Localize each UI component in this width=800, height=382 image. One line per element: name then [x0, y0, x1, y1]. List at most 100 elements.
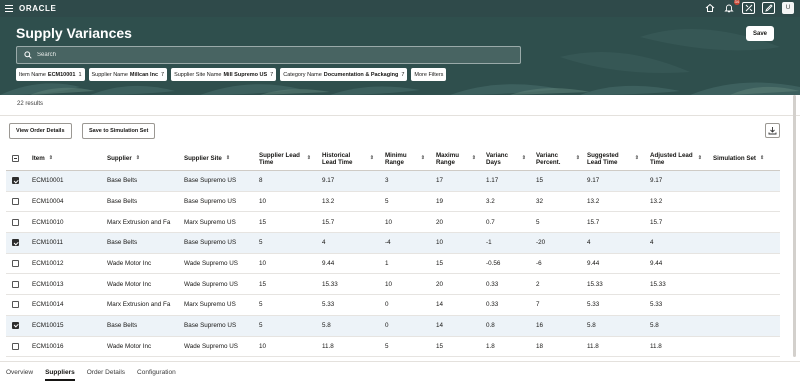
cell-supplier-lead-time: 15	[259, 218, 267, 226]
column-header-variance-days[interactable]: Varianc Days ⇕	[486, 147, 526, 170]
column-header-historical-lead-time[interactable]: Historical Lead Time ⇕	[322, 147, 374, 170]
home-icon[interactable]	[704, 2, 716, 14]
save-button[interactable]: Save	[746, 26, 774, 41]
results-count: 22 results	[17, 101, 44, 107]
select-all-checkbox[interactable]	[12, 147, 19, 170]
cell-suggested-lead-time: 15.7	[587, 218, 600, 226]
cell-item: ECM10013	[32, 280, 64, 288]
cell-maximum-range: 14	[436, 322, 444, 330]
table-row[interactable]: ECM10004 Base Belts Base Supremo US 10 13.2 5…	[6, 192, 780, 213]
search-input[interactable]	[37, 52, 517, 58]
cell-item: ECM10001	[32, 177, 64, 185]
filter-chip-supplier-site-name[interactable]: Supplier Site Name Mill Supremo US 7	[171, 68, 277, 81]
column-header-label: Adjusted Lead Time	[650, 151, 693, 166]
cell-minimum-range: 5	[385, 198, 389, 206]
row-select-checkbox[interactable]	[12, 316, 19, 336]
sort-icon: ⇕	[759, 155, 765, 161]
filter-chip-category-name[interactable]: Category Name Documentation & Packaging 7	[280, 68, 408, 81]
row-select-checkbox[interactable]	[12, 192, 19, 212]
search-icon	[24, 51, 32, 59]
cell-supplier: Base Belts	[107, 322, 138, 330]
filter-label: More Filters	[414, 71, 444, 78]
filter-chip-supplier-name[interactable]: Supplier Name Millcan Inc 7	[88, 68, 168, 81]
row-select-checkbox[interactable]	[12, 171, 19, 191]
row-select-checkbox[interactable]	[12, 212, 19, 232]
more-filters-button[interactable]: More Filters	[411, 68, 447, 81]
cell-variance-days: 1.17	[486, 177, 499, 185]
column-header-label: Varianc Days	[486, 151, 509, 166]
filter-label: Category Name	[283, 71, 322, 78]
cell-variance-percent: 15	[536, 177, 544, 185]
row-select-checkbox[interactable]	[12, 254, 19, 274]
table-row[interactable]: ECM10012 Wade Motor Inc Wade Supremo US 10 9…	[6, 254, 780, 275]
cell-supplier-site: Base Supremo US	[184, 239, 237, 247]
column-header-supplier[interactable]: Supplier ⇕	[107, 147, 140, 170]
cell-supplier-lead-time: 10	[259, 260, 267, 268]
search-bar[interactable]	[16, 46, 521, 64]
export-button[interactable]	[765, 123, 780, 138]
table-row[interactable]: ECM10015 Base Belts Base Supremo US 5 5.8 0 14…	[6, 315, 780, 337]
view-order-details-button[interactable]: View Order Details	[9, 123, 72, 139]
table-row[interactable]: ECM10010 Marx Extrusion and Fa Marx Suprem…	[6, 212, 780, 234]
cell-simulation-set	[713, 212, 773, 232]
column-header-minimum-range[interactable]: Minimu Range ⇕	[385, 147, 425, 170]
column-header-label: Minimu Range	[385, 151, 407, 166]
cell-supplier: Wade Motor Inc	[107, 260, 152, 268]
column-header-item[interactable]: Item ⇕	[32, 147, 53, 170]
column-header-variance-percent[interactable]: Varianc Percent. ⇕	[536, 147, 580, 170]
column-header-supplier-lead-time[interactable]: Supplier Lead Time ⇕	[259, 147, 311, 170]
filter-chip-item-name[interactable]: Item Name ECM10001 1	[16, 68, 85, 81]
table-row[interactable]: ECM10013 Wade Motor Inc Wade Supremo US 15 1…	[6, 274, 780, 296]
user-avatar[interactable]: U	[782, 2, 794, 14]
tools-button[interactable]	[742, 2, 755, 14]
column-header-simulation-set[interactable]: Simulation Set ⇕	[713, 147, 764, 170]
row-select-checkbox[interactable]	[12, 233, 19, 253]
column-header-label: Simulation Set	[713, 155, 756, 162]
notification-badge: 34	[733, 0, 740, 5]
cell-item: ECM10011	[32, 239, 64, 247]
notifications-button[interactable]: 34	[723, 0, 740, 14]
row-select-checkbox[interactable]	[12, 337, 19, 357]
cell-supplier-site: Base Supremo US	[184, 177, 237, 185]
table-row[interactable]: ECM10016 Wade Motor Inc Wade Supremo US 10 1…	[6, 337, 780, 358]
cell-minimum-range: 3	[385, 177, 389, 185]
cell-suggested-lead-time: 15.33	[587, 280, 603, 288]
edit-page-button[interactable]	[762, 2, 775, 14]
cell-variance-percent: -6	[536, 260, 542, 268]
cell-adjusted-lead-time: 4	[650, 239, 654, 247]
cell-item: ECM10015	[32, 322, 64, 330]
sort-icon: ⇕	[521, 155, 526, 161]
cell-supplier-lead-time: 8	[259, 177, 263, 185]
cell-simulation-set	[713, 192, 773, 212]
column-header-label: Varianc Percent.	[536, 151, 561, 166]
save-to-simulation-set-button[interactable]: Save to Simulation Set	[82, 123, 156, 139]
row-select-checkbox[interactable]	[12, 274, 19, 294]
cell-variance-days: -1	[486, 239, 492, 247]
vertical-scrollbar[interactable]	[793, 95, 796, 357]
menu-icon[interactable]	[5, 5, 13, 12]
column-header-maximum-range[interactable]: Maximu Range ⇕	[436, 147, 476, 170]
table-row[interactable]: ECM10001 Base Belts Base Supremo US 8 9.17 3 1…	[6, 171, 780, 192]
row-select-checkbox[interactable]	[12, 295, 19, 315]
bell-icon	[724, 4, 734, 13]
tab-configuration[interactable]: Configuration	[131, 362, 182, 382]
sort-icon: ⇕	[697, 155, 702, 161]
results-panel: 22 results View Order Details Save to Si…	[0, 95, 800, 361]
cell-supplier-lead-time: 15	[259, 280, 267, 288]
cell-adjusted-lead-time: 9.44	[650, 260, 663, 268]
column-header-adjusted-lead-time[interactable]: Adjusted Lead Time ⇕	[650, 147, 702, 170]
cell-simulation-set	[713, 316, 773, 336]
table-row[interactable]: ECM10011 Base Belts Base Supremo US 5 4 -4 10 -…	[6, 233, 780, 254]
column-header-suggested-lead-time[interactable]: Suggested Lead Time ⇕	[587, 147, 639, 170]
column-header-supplier-site[interactable]: Supplier Site ⇕	[184, 147, 230, 170]
cell-variance-percent: 32	[536, 198, 544, 206]
column-header-label: Suggested Lead Time	[587, 151, 619, 166]
cell-supplier-lead-time: 10	[259, 198, 267, 206]
tab-suppliers[interactable]: Suppliers	[39, 362, 81, 382]
cell-supplier: Marx Extrusion and Fa	[107, 301, 171, 309]
tab-order-details[interactable]: Order Details	[81, 362, 131, 382]
checked-checkbox-icon	[12, 239, 19, 247]
table-row[interactable]: ECM10014 Marx Extrusion and Fa Marx Suprem…	[6, 295, 780, 316]
tab-overview[interactable]: Overview	[0, 362, 39, 382]
oracle-logo[interactable]: ORACLE	[19, 4, 56, 13]
